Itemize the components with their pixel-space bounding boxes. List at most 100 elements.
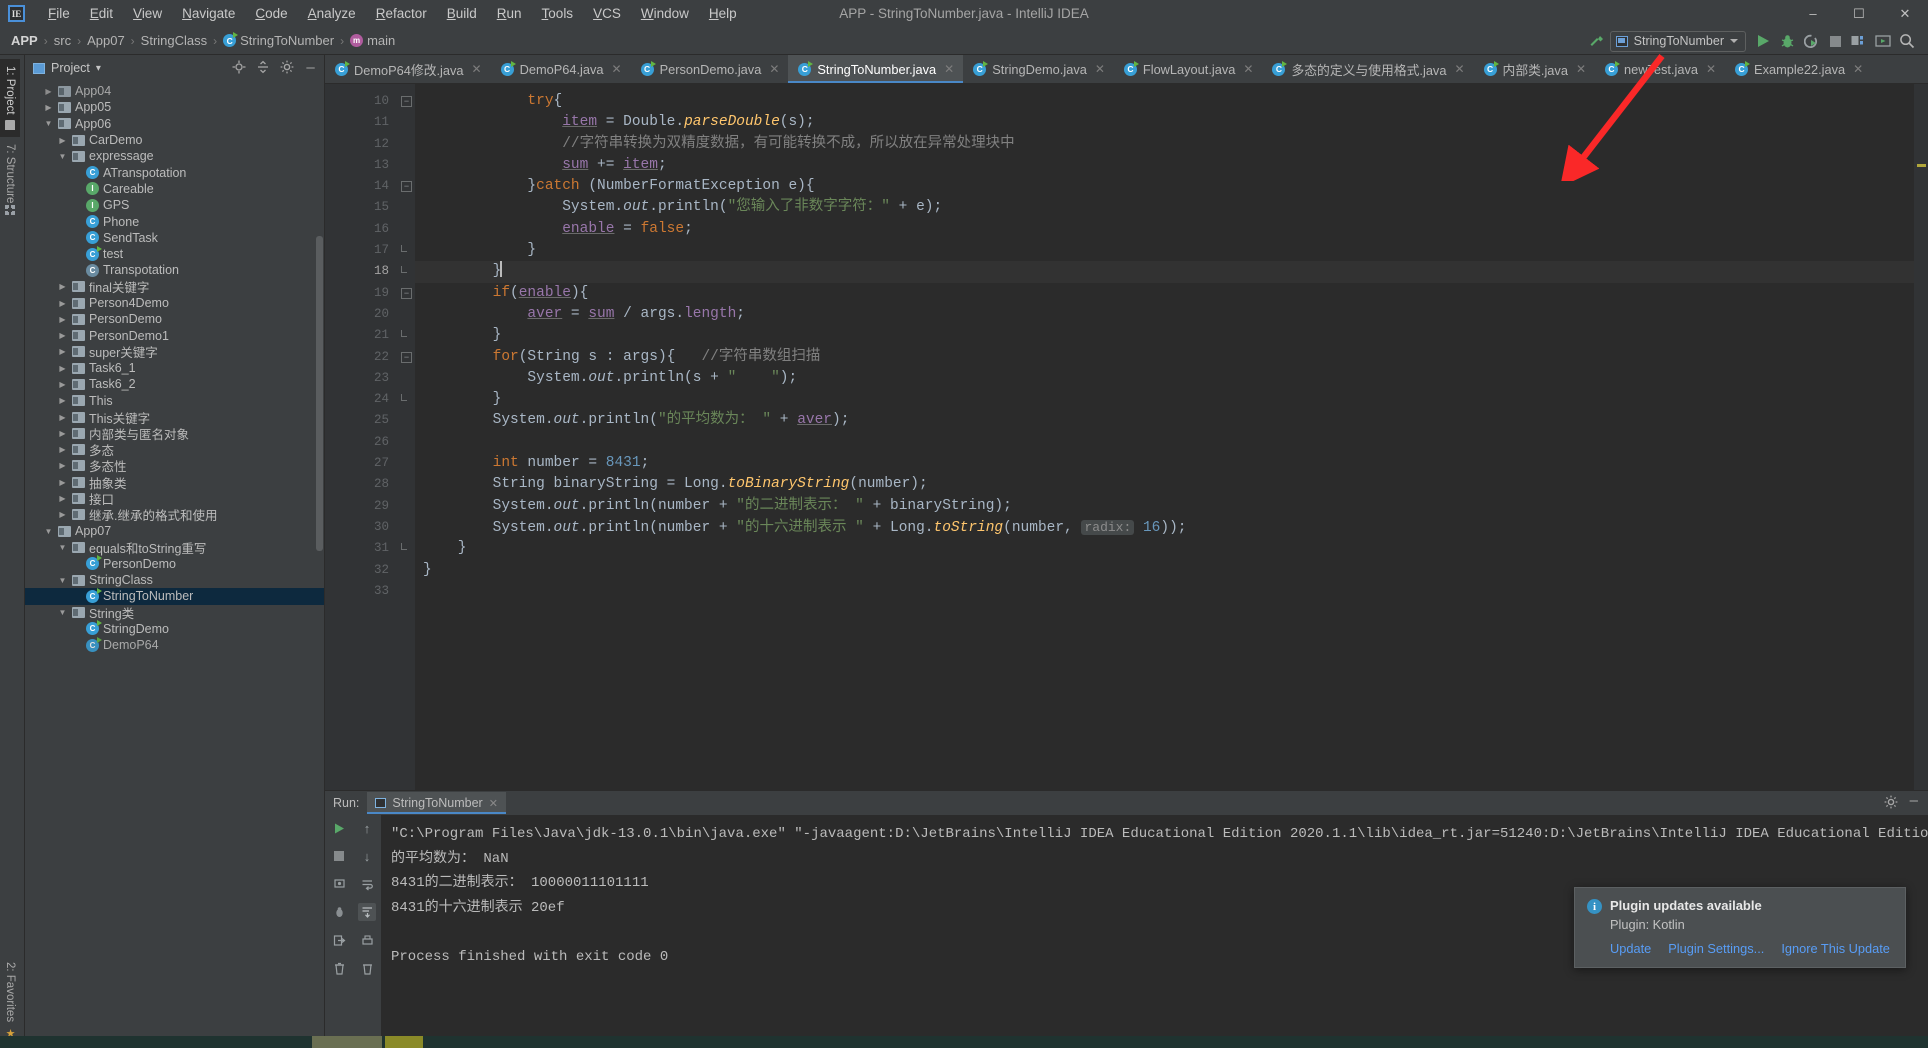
code-fold-toggle[interactable] (401, 245, 407, 253)
search-everywhere-icon[interactable] (1896, 30, 1918, 52)
tree-expander-icon[interactable]: ▶ (57, 364, 68, 373)
tree-expander-icon[interactable]: ▶ (57, 445, 68, 454)
gear-icon[interactable] (1884, 795, 1898, 812)
close-icon[interactable]: ✕ (1243, 62, 1253, 76)
notification-link-update[interactable]: Update (1610, 941, 1651, 956)
down-icon[interactable]: ↓ (358, 847, 376, 865)
code-fold-toggle[interactable] (401, 266, 407, 274)
project-structure-button[interactable] (1848, 30, 1870, 52)
line-number[interactable]: 17 (325, 240, 399, 261)
tree-node[interactable]: ▶ PersonDemo (25, 311, 324, 327)
minimize-button[interactable]: – (1790, 0, 1836, 27)
tree-expander-icon[interactable]: ▶ (57, 282, 68, 291)
editor-tab[interactable]: CnewTest.java ✕ (1595, 55, 1725, 83)
close-icon[interactable]: ✕ (612, 62, 622, 76)
menu-item-code[interactable]: Code (245, 3, 297, 24)
tree-expander-icon[interactable]: ▶ (57, 461, 68, 470)
line-number[interactable]: 13 (325, 155, 399, 176)
line-number[interactable]: 12 (325, 134, 399, 155)
editor-tab[interactable]: C StringDemo.java ✕ (963, 55, 1114, 83)
editor-tab[interactable]: C DemoP64.java ✕ (491, 55, 631, 83)
scroll-to-end-icon[interactable] (358, 903, 376, 921)
code-fold-toggle[interactable] (401, 330, 407, 338)
line-number[interactable]: 30 (325, 517, 399, 538)
menu-item-run[interactable]: Run (487, 3, 532, 24)
tree-node[interactable]: ▶ This (25, 393, 324, 409)
tree-expander-icon[interactable]: ▼ (57, 543, 68, 552)
breadcrumb-item-stringclass[interactable]: StringClass (136, 31, 212, 50)
code-line[interactable] (415, 581, 1914, 602)
close-icon[interactable]: ✕ (1095, 62, 1105, 76)
tree-node[interactable]: C ATranspotation (25, 164, 324, 180)
tree-node[interactable]: C PersonDemo (25, 555, 324, 572)
tree-node[interactable]: ▶ 内部类与匿名对象 (25, 425, 324, 442)
tree-node[interactable]: ▶ 多态性 (25, 458, 324, 474)
code-line[interactable] (415, 432, 1914, 453)
error-stripe-markers[interactable] (1914, 84, 1928, 790)
tree-expander-icon[interactable]: ▼ (57, 576, 68, 585)
code-line[interactable]: aver = sum / args.length; (415, 304, 1914, 325)
maximize-button[interactable]: ☐ (1836, 0, 1882, 27)
close-button[interactable]: ✕ (1882, 0, 1928, 27)
line-number[interactable]: 11 (325, 112, 399, 133)
tree-node[interactable]: C StringToNumber (25, 587, 324, 605)
code-line[interactable]: } (415, 240, 1914, 261)
code-line[interactable]: enable = false; (415, 219, 1914, 240)
collapse-all-icon[interactable] (255, 60, 270, 77)
run-with-coverage-button[interactable] (1800, 30, 1822, 52)
editor-tab[interactable]: C StringToNumber.java ✕ (788, 55, 964, 83)
clear-all-icon[interactable] (358, 959, 376, 977)
tree-expander-icon[interactable]: ▶ (57, 299, 68, 308)
code-fold-toggle[interactable] (401, 394, 407, 402)
close-icon[interactable]: ✕ (1853, 62, 1863, 76)
line-number[interactable]: 21 (325, 325, 399, 346)
tree-expander-icon[interactable]: ▶ (43, 103, 54, 112)
line-number[interactable]: 33 (325, 581, 399, 602)
editor-tab[interactable]: C FlowLayout.java ✕ (1114, 55, 1263, 83)
code-line[interactable]: try{ (415, 91, 1914, 112)
tree-node[interactable]: ▼ equals和toString重写 (25, 539, 324, 556)
tree-node[interactable]: ▶ App04 (25, 83, 324, 99)
run-tab-stringtonumber[interactable]: StringToNumber ✕ (367, 792, 506, 814)
line-number[interactable]: 31 (325, 538, 399, 559)
tree-expander-icon[interactable]: ▼ (43, 527, 54, 536)
menu-item-refactor[interactable]: Refactor (366, 3, 437, 24)
notification-link-pluginsettings[interactable]: Plugin Settings... (1668, 941, 1764, 956)
close-icon[interactable]: ✕ (1706, 62, 1716, 76)
run-button[interactable] (1752, 30, 1774, 52)
tree-node[interactable]: ▼ StringClass (25, 572, 324, 588)
debug-button[interactable] (1776, 30, 1798, 52)
menu-item-vcs[interactable]: VCS (583, 3, 631, 24)
tree-node[interactable]: ▼ App06 (25, 116, 324, 132)
close-icon[interactable]: ✕ (472, 62, 482, 76)
code-fold-toggle[interactable] (401, 543, 407, 551)
tree-expander-icon[interactable]: ▶ (57, 380, 68, 389)
line-number[interactable]: 22 (325, 347, 399, 368)
tree-expander-icon[interactable]: ▶ (57, 478, 68, 487)
tree-node[interactable]: ▶ App05 (25, 99, 324, 115)
line-number[interactable]: 16 (325, 219, 399, 240)
code-line[interactable]: int number = 8431; (415, 453, 1914, 474)
code-line[interactable]: } (415, 261, 1914, 283)
close-icon[interactable]: ✕ (769, 62, 779, 76)
code-editor[interactable]: try{ item = Double.parseDouble(s); //字符串… (415, 84, 1914, 790)
tree-expander-icon[interactable]: ▼ (57, 608, 68, 617)
tree-node[interactable]: ▶ This关键字 (25, 409, 324, 426)
profile-icon[interactable] (330, 903, 348, 921)
tree-node[interactable]: ▶ 接口 (25, 490, 324, 507)
code-line[interactable]: for(String s : args){ //字符串数组扫描 (415, 347, 1914, 368)
tree-node[interactable]: ▶ Task6_1 (25, 360, 324, 376)
editor-fold-column[interactable]: − − − − (399, 84, 415, 790)
code-fold-toggle[interactable]: − (401, 287, 412, 299)
menu-item-window[interactable]: Window (631, 3, 699, 24)
line-number[interactable]: 19 (325, 283, 399, 304)
line-number[interactable]: 25 (325, 410, 399, 431)
editor-tab[interactable]: C 多态的定义与使用格式.java ✕ (1262, 55, 1473, 83)
code-fold-toggle[interactable]: − (401, 351, 412, 363)
code-fold-toggle[interactable]: − (401, 96, 412, 107)
tree-node[interactable]: ▼ expressage (25, 148, 324, 164)
tree-node[interactable]: ▶ 继承.继承的格式和使用 (25, 507, 324, 523)
rerun-icon[interactable] (330, 819, 348, 837)
tree-expander-icon[interactable]: ▼ (43, 119, 54, 128)
tree-node[interactable]: ▶ Person4Demo (25, 295, 324, 311)
